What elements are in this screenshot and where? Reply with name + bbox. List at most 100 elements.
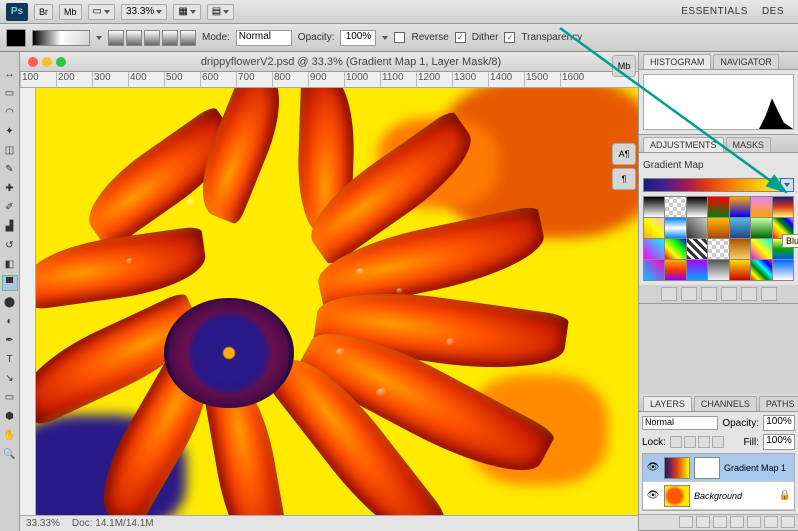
gradient-preset[interactable] <box>751 197 771 217</box>
gradient-preset[interactable] <box>665 218 685 238</box>
adj-footer-button[interactable] <box>721 287 737 301</box>
new-group-button[interactable] <box>747 516 761 528</box>
gradient-preset[interactable] <box>665 239 685 259</box>
pen-tool[interactable]: ✒ <box>2 332 18 348</box>
path-tool[interactable]: ↘ <box>2 370 18 386</box>
gradient-map-strip[interactable] <box>643 178 794 192</box>
zoom-dropdown[interactable]: 33.3% <box>121 4 167 20</box>
workspace-essentials[interactable]: ESSENTIALS <box>681 6 748 17</box>
workspace-design[interactable]: DES <box>762 6 784 17</box>
gradient-preset[interactable] <box>708 260 728 280</box>
tab-navigator[interactable]: NAVIGATOR <box>713 54 779 69</box>
lock-all-button[interactable] <box>712 436 724 448</box>
gradient-angle-button[interactable] <box>144 30 160 46</box>
gradient-preset[interactable] <box>644 218 664 238</box>
extras-dropdown[interactable]: ▤ <box>207 4 234 20</box>
dock-paragraph-button[interactable]: ¶ <box>612 168 636 190</box>
tab-channels[interactable]: CHANNELS <box>694 396 757 411</box>
gradient-preset[interactable] <box>751 218 771 238</box>
marquee-tool[interactable]: ▭ <box>2 85 18 101</box>
new-layer-button[interactable] <box>764 516 778 528</box>
vertical-ruler[interactable] <box>20 88 36 515</box>
3d-tool[interactable]: ⬢ <box>2 408 18 424</box>
eyedropper-tool[interactable]: ✎ <box>2 161 18 177</box>
layer-row[interactable]: 👁 Gradient Map 1 <box>643 454 794 482</box>
lock-pixels-button[interactable] <box>684 436 696 448</box>
canvas[interactable] <box>36 88 638 515</box>
tab-masks[interactable]: MASKS <box>726 137 772 152</box>
layer-name[interactable]: Gradient Map 1 <box>724 463 786 473</box>
adj-footer-button[interactable] <box>741 287 757 301</box>
eraser-tool[interactable]: ◧ <box>2 256 18 272</box>
dock-minibridge-button[interactable]: Mb <box>612 55 636 77</box>
layer-thumbnail[interactable] <box>664 485 690 507</box>
gradient-preset[interactable] <box>751 260 771 280</box>
type-tool[interactable]: T <box>2 351 18 367</box>
adj-footer-button[interactable] <box>661 287 677 301</box>
new-adjustment-button[interactable] <box>730 516 744 528</box>
arrange-documents-dropdown[interactable]: ▦ <box>173 4 200 20</box>
layer-opacity-input[interactable]: 100% <box>763 415 795 431</box>
reverse-checkbox[interactable] <box>394 32 405 43</box>
gradient-preset[interactable] <box>665 260 685 280</box>
gradient-diamond-button[interactable] <box>180 30 196 46</box>
gradient-preset[interactable] <box>687 239 707 259</box>
gradient-preset[interactable] <box>644 260 664 280</box>
dither-checkbox[interactable]: ✓ <box>455 32 466 43</box>
bridge-button[interactable]: Br <box>34 4 53 20</box>
gradient-tool[interactable]: ▀ <box>2 275 18 291</box>
tab-paths[interactable]: PATHS <box>759 396 798 411</box>
zoom-window-button[interactable] <box>56 57 66 67</box>
gradient-preset[interactable] <box>773 260 793 280</box>
history-brush-tool[interactable]: ↺ <box>2 237 18 253</box>
gradient-preset[interactable] <box>687 260 707 280</box>
gradient-linear-button[interactable] <box>108 30 124 46</box>
gradient-preset[interactable] <box>665 197 685 217</box>
gradient-radial-button[interactable] <box>126 30 142 46</box>
transparency-checkbox[interactable]: ✓ <box>504 32 515 43</box>
layer-blend-select[interactable]: Normal <box>642 416 718 430</box>
horizontal-ruler[interactable]: 1002003004005006007008009001000110012001… <box>20 72 638 88</box>
status-zoom[interactable]: 33.33% <box>26 518 60 529</box>
lock-transparency-button[interactable] <box>670 436 682 448</box>
hand-tool[interactable]: ✋ <box>2 427 18 443</box>
gradient-preset[interactable] <box>644 197 664 217</box>
layer-mask-button[interactable] <box>713 516 727 528</box>
layer-fill-input[interactable]: 100% <box>763 434 795 450</box>
gradient-preset[interactable] <box>687 197 707 217</box>
layer-row[interactable]: 👁 Background 🔒 <box>643 482 794 510</box>
delete-layer-button[interactable] <box>781 516 795 528</box>
screen-mode-dropdown[interactable]: ▭ <box>88 4 115 20</box>
dock-character-button[interactable]: A¶ <box>612 143 636 165</box>
gradient-preset[interactable] <box>730 197 750 217</box>
adj-footer-button[interactable] <box>681 287 697 301</box>
gradient-preset[interactable] <box>773 197 793 217</box>
brush-tool[interactable]: ✐ <box>2 199 18 215</box>
foreground-swatch[interactable] <box>6 29 26 47</box>
gradient-preset[interactable] <box>708 218 728 238</box>
crop-tool[interactable]: ◫ <box>2 142 18 158</box>
gradient-picker-dropdown[interactable] <box>780 178 794 192</box>
visibility-icon[interactable]: 👁 <box>646 461 660 475</box>
tab-adjustments[interactable]: ADJUSTMENTS <box>643 137 724 152</box>
opacity-input[interactable]: 100% <box>340 30 376 46</box>
status-docsize[interactable]: Doc: 14.1M/14.1M <box>72 518 154 529</box>
shape-tool[interactable]: ▭ <box>2 389 18 405</box>
layer-fx-button[interactable] <box>696 516 710 528</box>
zoom-tool[interactable]: 🔍 <box>2 446 18 462</box>
layer-thumbnail[interactable] <box>664 457 690 479</box>
link-layers-button[interactable] <box>679 516 693 528</box>
blur-tool[interactable]: ⬤ <box>2 294 18 310</box>
gradient-preset[interactable] <box>751 239 771 259</box>
gradient-preset[interactable] <box>644 239 664 259</box>
gradient-reflected-button[interactable] <box>162 30 178 46</box>
wand-tool[interactable]: ✦ <box>2 123 18 139</box>
gradient-preset[interactable] <box>708 197 728 217</box>
visibility-icon[interactable]: 👁 <box>646 489 660 503</box>
gradient-preset[interactable] <box>708 239 728 259</box>
gradient-preset[interactable] <box>730 239 750 259</box>
adj-footer-button[interactable] <box>701 287 717 301</box>
move-tool[interactable]: ↔ <box>2 66 18 82</box>
gradient-preview[interactable] <box>32 30 90 46</box>
gradient-preset[interactable] <box>687 218 707 238</box>
